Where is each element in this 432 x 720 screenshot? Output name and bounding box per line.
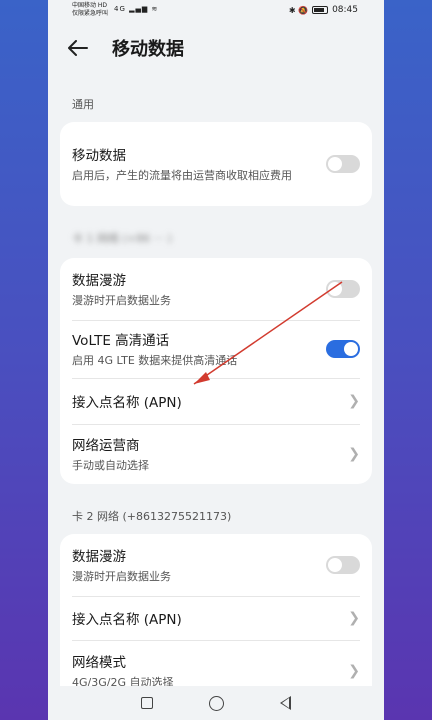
volte-toggle[interactable] <box>326 340 360 358</box>
battery-icon <box>312 6 329 14</box>
volte-row[interactable]: VoLTE 高清通话 启用 4G LTE 数据来提供高清通话 <box>60 320 372 378</box>
chevron-right-icon: ❯ <box>348 393 360 409</box>
volte-title: VoLTE 高清通话 <box>72 333 170 349</box>
carrier-info: 中国移动 HD 仅限紧急呼叫 <box>72 2 108 18</box>
sim2-data-roaming-title: 数据漫游 <box>72 549 126 565</box>
carrier-status: 仅限紧急呼叫 <box>72 10 109 17</box>
status-bar: 中国移动 HD 仅限紧急呼叫 4G ▂▄▆ ≋ ✱ 🔕 08:45 <box>48 0 384 22</box>
sim2-apn-title: 接入点名称 (APN) <box>72 612 182 628</box>
phone-screen: 中国移动 HD 仅限紧急呼叫 4G ▂▄▆ ≋ ✱ 🔕 08:45 移动数据 通… <box>48 0 384 720</box>
back-arrow-icon[interactable] <box>68 38 88 58</box>
sim1-data-roaming-toggle[interactable] <box>326 280 360 298</box>
signal-icons: 4G ▂▄▆ ≋ <box>114 5 159 13</box>
recent-apps-icon[interactable] <box>141 697 153 709</box>
sim2-data-roaming-row[interactable]: 数据漫游 漫游时开启数据业务 <box>60 534 372 596</box>
sim1-data-roaming-subtitle: 漫游时开启数据业务 <box>72 294 171 307</box>
sim1-apn-row[interactable]: 接入点名称 (APN) ❯ <box>60 378 372 424</box>
section-label-sim1: 卡 1 网络 (+86 ··· ) <box>72 232 172 245</box>
sim1-card: 数据漫游 漫游时开启数据业务 VoLTE 高清通话 启用 4G LTE 数据来提… <box>60 258 372 484</box>
mobile-data-toggle[interactable] <box>326 155 360 173</box>
mobile-data-row[interactable]: 移动数据 启用后，产生的流量将由运营商收取相应费用 <box>60 122 372 206</box>
sim1-carrier-row[interactable]: 网络运营商 手动或自动选择 ❯ <box>60 424 372 484</box>
status-right: ✱ 🔕 08:45 <box>289 5 358 15</box>
page-header: 移动数据 <box>48 22 384 74</box>
general-card: 移动数据 启用后，产生的流量将由运营商收取相应费用 <box>60 122 372 206</box>
sim2-data-roaming-subtitle: 漫游时开启数据业务 <box>72 570 171 583</box>
chevron-right-icon: ❯ <box>348 610 360 626</box>
section-label-general: 通用 <box>72 98 94 111</box>
sim2-data-roaming-toggle[interactable] <box>326 556 360 574</box>
carrier-name: 中国移动 HD <box>72 2 108 9</box>
sim2-network-mode-title: 网络模式 <box>72 655 126 671</box>
home-icon[interactable] <box>209 695 224 711</box>
sim1-carrier-subtitle: 手动或自动选择 <box>72 459 149 472</box>
bluetooth-mute-icons: ✱ 🔕 <box>288 5 309 15</box>
chevron-right-icon: ❯ <box>348 663 360 679</box>
sim1-data-roaming-title: 数据漫游 <box>72 273 126 289</box>
sim1-data-roaming-row[interactable]: 数据漫游 漫游时开启数据业务 <box>60 258 372 320</box>
sim2-apn-row[interactable]: 接入点名称 (APN) ❯ <box>60 596 372 640</box>
chevron-right-icon: ❯ <box>348 446 360 462</box>
volte-subtitle: 启用 4G LTE 数据来提供高清通话 <box>72 354 238 367</box>
sim1-apn-title: 接入点名称 (APN) <box>72 395 182 411</box>
mobile-data-title: 移动数据 <box>72 148 126 164</box>
nav-back-icon[interactable] <box>280 696 291 710</box>
system-nav-bar <box>48 686 384 720</box>
page-title: 移动数据 <box>112 39 184 60</box>
status-time: 08:45 <box>332 5 358 15</box>
sim2-card: 数据漫游 漫游时开启数据业务 接入点名称 (APN) ❯ 网络模式 4G/3G/… <box>60 534 372 702</box>
mobile-data-subtitle: 启用后，产生的流量将由运营商收取相应费用 <box>72 169 292 182</box>
section-label-sim2: 卡 2 网络 (+8613275521173) <box>72 510 232 523</box>
sim1-carrier-title: 网络运营商 <box>72 438 140 454</box>
